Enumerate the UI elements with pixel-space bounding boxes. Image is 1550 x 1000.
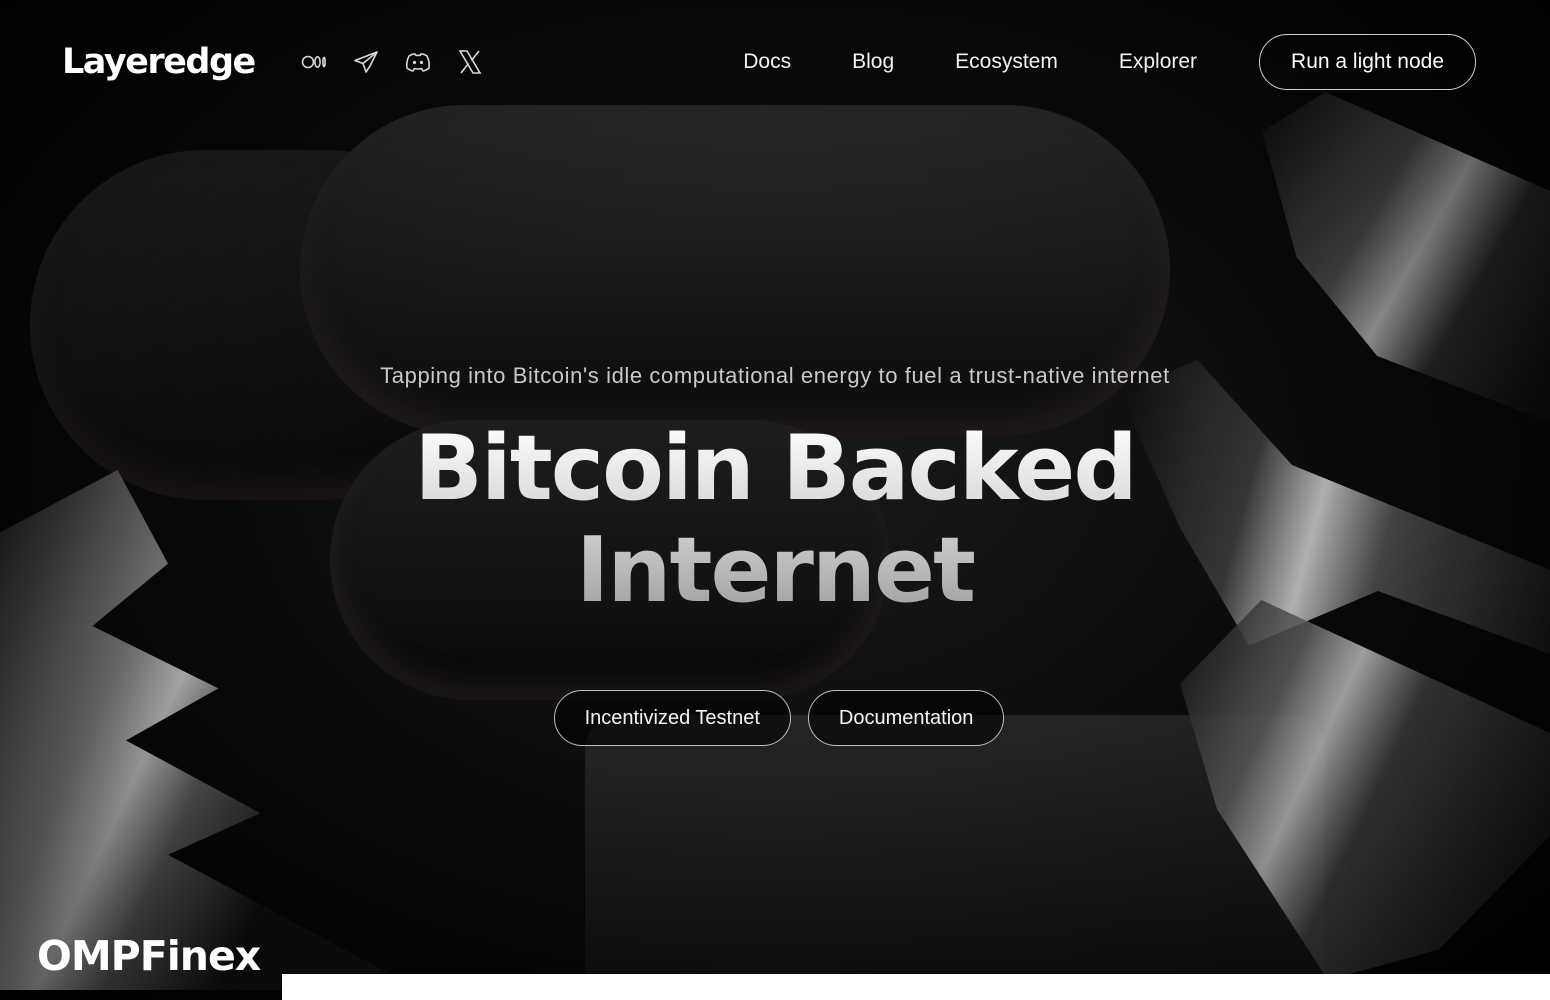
- nav-explorer[interactable]: Explorer: [1119, 50, 1197, 74]
- telegram-icon[interactable]: [351, 47, 381, 77]
- bg-shape-bottom-block: [585, 715, 1325, 1000]
- documentation-button[interactable]: Documentation: [807, 690, 1005, 746]
- site-header: Layeredge Docs Blog Ecosystem Explorer R…: [62, 33, 1476, 91]
- nav-docs[interactable]: Docs: [743, 50, 791, 74]
- nav-ecosystem[interactable]: Ecosystem: [955, 50, 1058, 74]
- hero-actions: Incentivized Testnet Documentation: [0, 690, 1550, 746]
- hero-tagline: Tapping into Bitcoin's idle computationa…: [380, 363, 1170, 388]
- discord-icon[interactable]: [403, 47, 433, 77]
- nav-blog[interactable]: Blog: [852, 50, 894, 74]
- bottom-white-strip: [282, 974, 1550, 1000]
- watermark-logo: OMPFinex: [37, 932, 261, 980]
- brand-logo[interactable]: Layeredge: [62, 44, 256, 80]
- hero-headline: Bitcoin Backed Internet: [0, 418, 1550, 622]
- hero-headline-line-1: Bitcoin Backed: [414, 416, 1136, 521]
- main-nav: Docs Blog Ecosystem Explorer Run a light…: [743, 34, 1476, 90]
- medium-icon[interactable]: [299, 47, 329, 77]
- bg-shape-right-slab-bottom: [1180, 600, 1550, 980]
- run-light-node-button[interactable]: Run a light node: [1259, 34, 1476, 90]
- x-icon[interactable]: [455, 47, 485, 77]
- social-links: [299, 47, 485, 77]
- landing-page: Layeredge Docs Blog Ecosystem Explorer R…: [0, 0, 1550, 1000]
- hero-headline-line-2: Internet: [575, 518, 975, 623]
- incentivized-testnet-button[interactable]: Incentivized Testnet: [553, 690, 791, 746]
